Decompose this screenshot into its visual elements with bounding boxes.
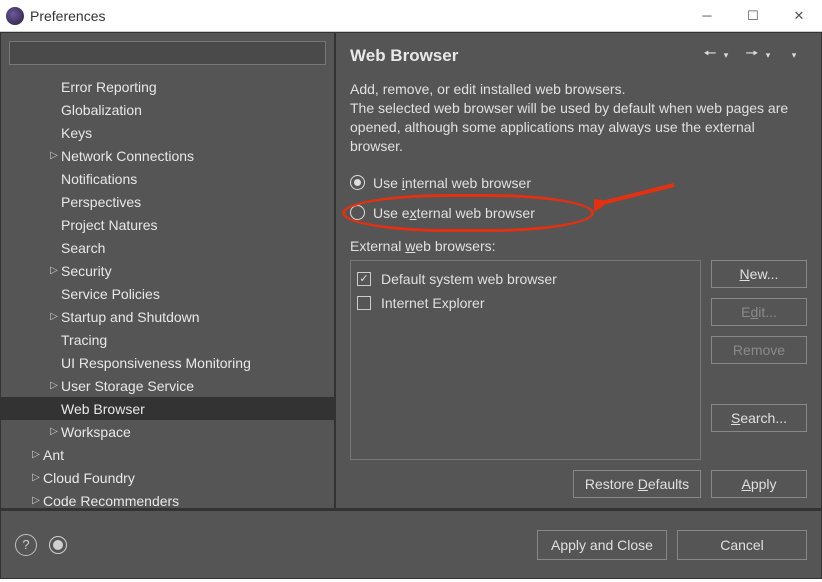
tree-item-label: Error Reporting [61, 79, 157, 95]
expand-icon[interactable]: ▷ [47, 265, 61, 276]
preferences-page: Web Browser 🠔 ▾ 🠖 ▾ ▾ Add, remove, or ed… [336, 33, 821, 508]
help-icon[interactable]: ? [15, 534, 37, 556]
radio-external-browser[interactable]: Use external web browser [350, 200, 807, 226]
external-browsers-label: External web browsers: [336, 230, 821, 260]
tree-item[interactable]: ▷User Storage Service [1, 374, 334, 397]
tree-item-label: UI Responsiveness Monitoring [61, 355, 251, 371]
preferences-tree[interactable]: Error ReportingGlobalizationKeys▷Network… [1, 73, 334, 508]
tree-item[interactable]: Search [1, 236, 334, 259]
import-export-icon[interactable] [47, 534, 69, 556]
edit-button[interactable]: Edit... [711, 298, 807, 326]
tree-item[interactable]: ▷Network Connections [1, 144, 334, 167]
expand-icon[interactable]: ▷ [47, 426, 61, 437]
remove-button[interactable]: Remove [711, 336, 807, 364]
window-title: Preferences [30, 8, 105, 24]
expand-icon[interactable]: ▷ [29, 495, 43, 506]
tree-item-label: Notifications [61, 171, 137, 187]
checkbox-icon[interactable] [357, 296, 371, 310]
tree-item[interactable]: Tracing [1, 328, 334, 351]
tree-item[interactable]: Project Natures [1, 213, 334, 236]
back-menu-icon[interactable]: ▾ [717, 50, 735, 61]
tree-item[interactable]: ▷Security [1, 259, 334, 282]
new-button[interactable]: New... [711, 260, 807, 288]
expand-icon[interactable]: ▷ [47, 150, 61, 161]
filter-input[interactable] [9, 41, 326, 65]
tree-item[interactable]: Error Reporting [1, 75, 334, 98]
expand-icon[interactable]: ▷ [29, 449, 43, 460]
browser-list-label: Default system web browser [381, 271, 557, 287]
cancel-button[interactable]: Cancel [677, 530, 807, 560]
page-title: Web Browser [350, 46, 697, 66]
minimize-button[interactable]: ─ [684, 0, 730, 31]
tree-item[interactable]: ▷Workspace [1, 420, 334, 443]
forward-menu-icon[interactable]: ▾ [759, 50, 777, 61]
tree-item-label: Cloud Foundry [43, 470, 135, 486]
tree-item[interactable]: Globalization [1, 98, 334, 121]
tree-item-label: Globalization [61, 102, 142, 118]
tree-item-label: Code Recommenders [43, 493, 179, 509]
maximize-button[interactable]: ☐ [730, 0, 776, 31]
tree-item-label: Service Policies [61, 286, 160, 302]
tree-item-label: Workspace [61, 424, 131, 440]
tree-item[interactable]: Keys [1, 121, 334, 144]
expand-icon[interactable]: ▷ [29, 472, 43, 483]
search-button[interactable]: Search... [711, 404, 807, 432]
apply-button[interactable]: Apply [711, 470, 807, 498]
dialog-footer: ? Apply and Close Cancel [0, 509, 822, 579]
tree-item-label: Ant [43, 447, 64, 463]
tree-item[interactable]: Notifications [1, 167, 334, 190]
page-description: Add, remove, or edit installed web brows… [336, 76, 821, 166]
radio-internal-browser[interactable]: Use internal web browser [350, 170, 807, 196]
tree-item[interactable]: ▷Code Recommenders [1, 489, 334, 508]
expand-icon[interactable]: ▷ [47, 311, 61, 322]
browser-list-item[interactable]: ✓ Default system web browser [357, 267, 694, 291]
preferences-tree-panel: Error ReportingGlobalizationKeys▷Network… [1, 33, 336, 508]
tree-item-label: Keys [61, 125, 92, 141]
tree-item[interactable]: UI Responsiveness Monitoring [1, 351, 334, 374]
restore-defaults-button[interactable]: Restore Defaults [573, 470, 701, 498]
close-button[interactable]: ✕ [776, 0, 822, 31]
tree-item-label: Perspectives [61, 194, 141, 210]
tree-item[interactable]: Service Policies [1, 282, 334, 305]
tree-item-label: User Storage Service [61, 378, 194, 394]
tree-item[interactable]: Web Browser [1, 397, 334, 420]
browser-list-item[interactable]: Internet Explorer [357, 291, 694, 315]
browser-list-label: Internet Explorer [381, 295, 485, 311]
checkbox-icon[interactable]: ✓ [357, 272, 371, 286]
tree-item[interactable]: Perspectives [1, 190, 334, 213]
view-menu-icon[interactable]: ▾ [785, 50, 803, 61]
external-browsers-list[interactable]: ✓ Default system web browser Internet Expl… [350, 260, 701, 460]
tree-item-label: Network Connections [61, 148, 194, 164]
tree-item[interactable]: ▷Startup and Shutdown [1, 305, 334, 328]
tree-item-label: Tracing [61, 332, 107, 348]
apply-and-close-button[interactable]: Apply and Close [537, 530, 667, 560]
tree-item-label: Web Browser [61, 401, 145, 417]
tree-item[interactable]: ▷Cloud Foundry [1, 466, 334, 489]
tree-item-label: Startup and Shutdown [61, 309, 200, 325]
tree-item[interactable]: ▷Ant [1, 443, 334, 466]
tree-item-label: Project Natures [61, 217, 157, 233]
tree-item-label: Security [61, 263, 112, 279]
radio-icon [350, 205, 365, 220]
expand-icon[interactable]: ▷ [47, 380, 61, 391]
app-icon [6, 7, 24, 25]
tree-item-label: Search [61, 240, 105, 256]
radio-icon [350, 175, 365, 190]
title-bar: Preferences ─ ☐ ✕ [0, 0, 822, 32]
